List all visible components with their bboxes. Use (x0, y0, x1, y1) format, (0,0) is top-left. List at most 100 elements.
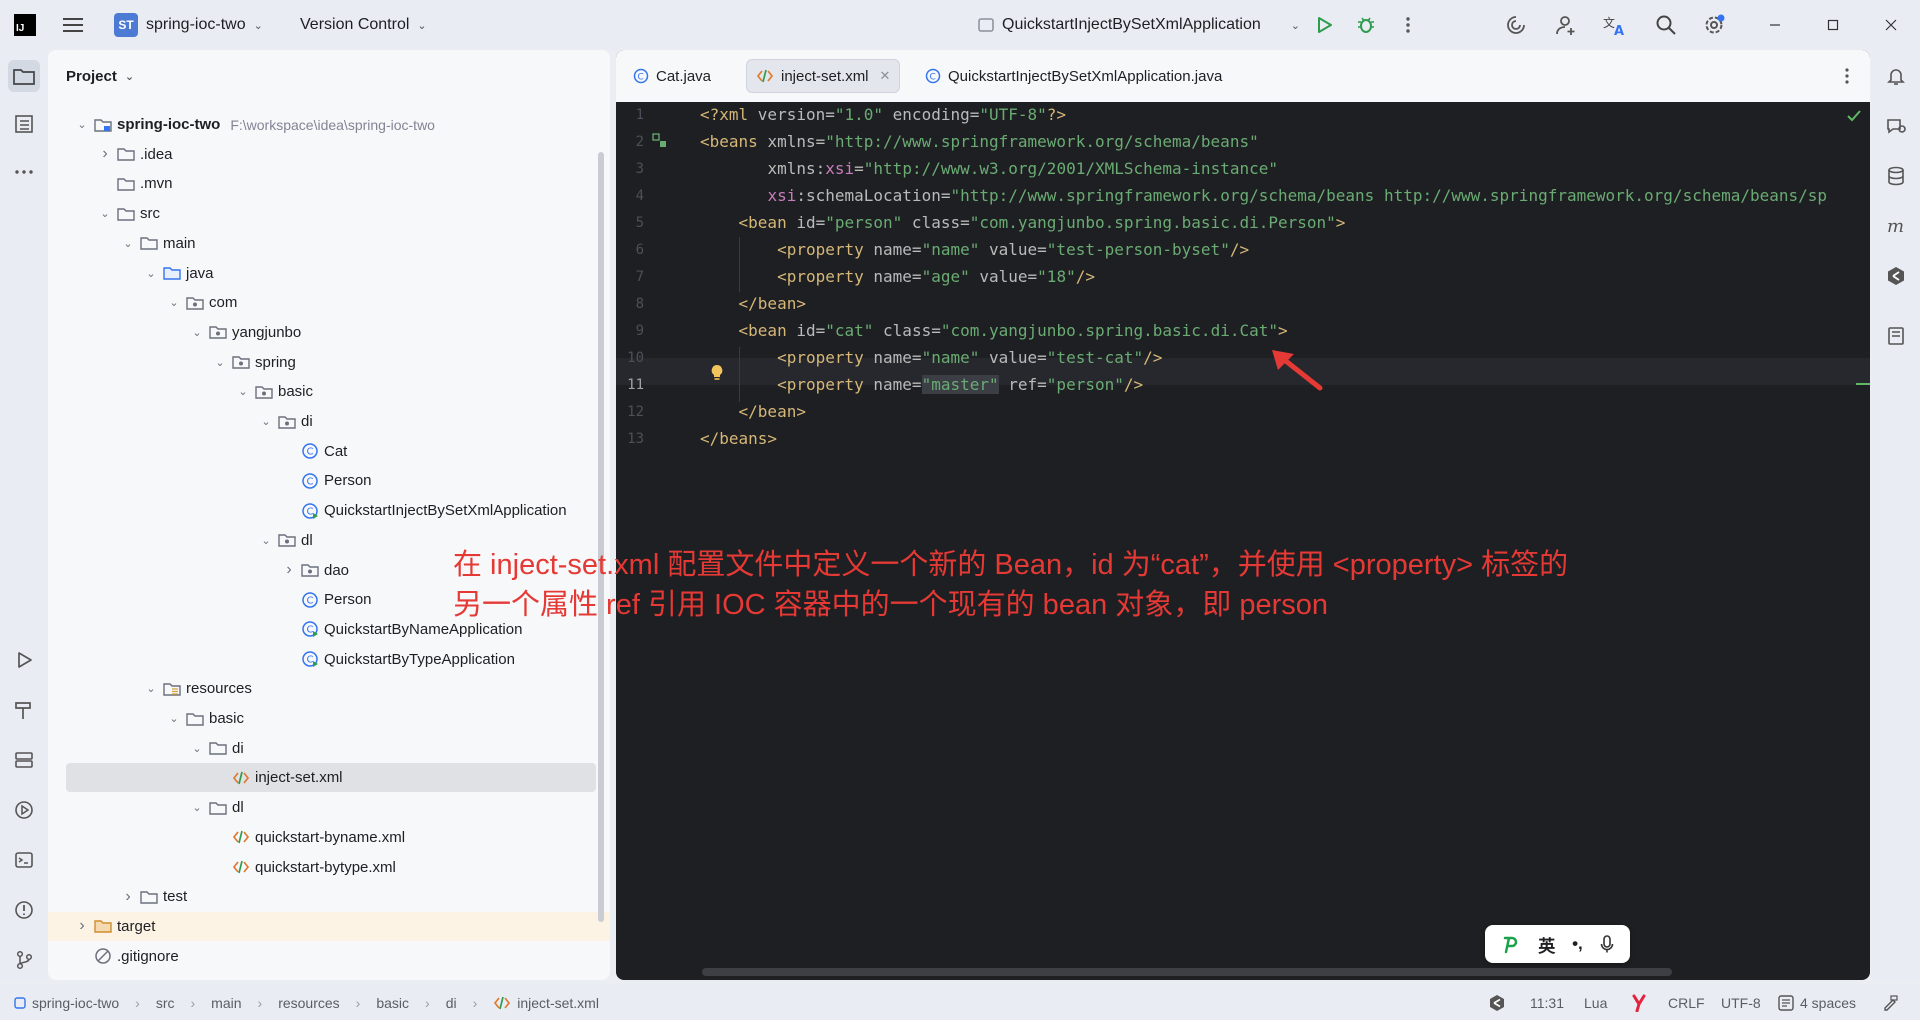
expand-open-icon[interactable]: ⌄ (189, 800, 205, 816)
run-tool-button[interactable] (8, 644, 40, 676)
tree-item[interactable]: ⌄ dl (66, 793, 596, 822)
line-ending-indicator[interactable]: CRLF (1668, 985, 1705, 1020)
breadcrumb-item[interactable]: resources (278, 995, 339, 1011)
tree-item[interactable]: ⌄ spring-ioc-two F:\workspace\idea\spring-… (66, 110, 596, 139)
database-button[interactable] (1880, 160, 1912, 192)
expand-open-icon[interactable]: ⌄ (120, 235, 136, 251)
ime-punctuation[interactable]: •, (1572, 934, 1583, 954)
close-window-button[interactable] (1879, 13, 1903, 37)
tree-item[interactable]: ⌄ di (66, 407, 596, 436)
main-menu-button[interactable] (62, 0, 84, 50)
bookmarks-button[interactable] (1880, 320, 1912, 352)
add-user-button[interactable] (1554, 13, 1578, 37)
problems-tool-button[interactable] (8, 894, 40, 926)
expand-closed-icon[interactable]: › (74, 917, 90, 934)
tree-item[interactable]: .mvn (66, 169, 596, 198)
tree-item[interactable]: ⌄ basic (66, 704, 596, 733)
expand-open-icon[interactable]: ⌄ (189, 324, 205, 340)
indent-indicator[interactable]: 4 spaces (1778, 985, 1856, 1020)
expand-closed-icon[interactable]: › (281, 561, 297, 578)
encoding-indicator[interactable]: UTF-8 (1721, 985, 1761, 1020)
breadcrumb-item[interactable]: di (446, 995, 457, 1011)
notifications-button[interactable] (1880, 60, 1912, 92)
plugin-status[interactable] (1488, 985, 1506, 1020)
tree-scrollbar[interactable] (598, 152, 604, 922)
breadcrumb-item[interactable]: inject-set.xml (517, 995, 599, 1011)
expand-open-icon[interactable]: ⌄ (235, 384, 251, 400)
bean-gutter-icon[interactable] (652, 133, 668, 149)
git-tool-button[interactable] (8, 944, 40, 976)
breadcrumb-item[interactable]: main (211, 995, 241, 1011)
run-button[interactable] (1312, 13, 1336, 37)
services-tool-button[interactable] (8, 744, 40, 776)
expand-open-icon[interactable]: ⌄ (74, 117, 90, 133)
expand-open-icon[interactable]: ⌄ (212, 354, 228, 370)
expand-open-icon[interactable]: ⌄ (258, 414, 274, 430)
more-actions-button[interactable] (1396, 13, 1420, 37)
tree-item[interactable]: ⌄ java (66, 259, 596, 288)
settings-button[interactable] (1702, 13, 1726, 37)
expand-open-icon[interactable]: ⌄ (258, 532, 274, 548)
tree-item[interactable]: ⌄ main (66, 229, 596, 258)
lock-status[interactable] (1882, 985, 1898, 1020)
breadcrumb-item[interactable]: src (156, 995, 175, 1011)
tree-item[interactable]: C Person (66, 466, 596, 495)
tree-item[interactable]: inject-set.xml (66, 763, 596, 793)
maven-button[interactable]: m (1880, 210, 1912, 242)
translate-button[interactable]: 文A (1603, 13, 1627, 37)
expand-open-icon[interactable]: ⌄ (189, 740, 205, 756)
tree-item[interactable]: C Cat (66, 437, 596, 466)
yaml-plugin-status[interactable] (1632, 985, 1646, 1020)
tree-item[interactable]: C QuickstartByTypeApplication (66, 645, 596, 674)
minimize-button[interactable] (1763, 13, 1787, 37)
tab-quickstart-application[interactable]: C QuickstartInjectBySetXmlApplication.ja… (916, 59, 1231, 93)
run-config-selector[interactable]: QuickstartInjectBySetXmlApplication ⌄ (978, 0, 1300, 50)
tree-item[interactable]: C QuickstartInjectBySetXmlApplication (66, 496, 596, 525)
tree-item[interactable]: quickstart-byname.xml (66, 823, 596, 852)
tree-item[interactable]: ⌄ resources (66, 674, 596, 703)
tree-item[interactable]: › target (48, 911, 610, 941)
expand-closed-icon[interactable]: › (97, 145, 113, 162)
debug-button[interactable] (1354, 13, 1378, 37)
tree-item[interactable]: .gitignore (66, 942, 596, 971)
project-panel-header[interactable]: Project ⌄ (66, 68, 134, 85)
more-tools-button[interactable] (8, 156, 40, 188)
tree-item[interactable]: ⌄ com (66, 288, 596, 317)
tab-inject-set-xml[interactable]: inject-set.xml ✕ (746, 59, 901, 93)
vcs-selector[interactable]: Version Control ⌄ (300, 0, 427, 50)
tree-item[interactable]: › test (66, 882, 596, 911)
tree-item[interactable]: ⌄ spring (66, 348, 596, 377)
project-selector[interactable]: ST spring-ioc-two ⌄ (114, 0, 263, 50)
search-button[interactable] (1654, 13, 1678, 37)
tree-item[interactable]: ⌄ di (66, 734, 596, 763)
close-tab-icon[interactable]: ✕ (880, 68, 891, 84)
tree-item[interactable]: ⌄ src (66, 199, 596, 228)
debug-tool-button[interactable] (8, 794, 40, 826)
tab-options-button[interactable] (1844, 67, 1850, 85)
tree-item[interactable]: ⌄ yangjunbo (66, 318, 596, 347)
breadcrumb-item[interactable]: basic (376, 995, 409, 1011)
horizontal-scrollbar[interactable] (702, 968, 1672, 976)
caret-position[interactable]: 11:31 (1530, 985, 1564, 1020)
project-tool-button[interactable] (8, 60, 40, 92)
expand-open-icon[interactable]: ⌄ (166, 295, 182, 311)
tree-item[interactable]: quickstart-bytype.xml (66, 853, 596, 882)
ai-assistant-button[interactable] (1504, 13, 1528, 37)
tree-item[interactable]: ⌄ basic (66, 377, 596, 406)
language-indicator[interactable]: Lua (1584, 985, 1607, 1020)
build-tool-button[interactable] (8, 694, 40, 726)
ime-toolbar[interactable]: 英 •, (1485, 925, 1630, 963)
maximize-button[interactable] (1821, 13, 1845, 37)
expand-open-icon[interactable]: ⌄ (143, 265, 159, 281)
tab-cat-java[interactable]: C Cat.java (624, 59, 720, 93)
terminal-tool-button[interactable] (8, 844, 40, 876)
breadcrumb-item[interactable]: spring-ioc-two (32, 995, 119, 1011)
app-logo[interactable]: IJ (14, 0, 36, 50)
expand-open-icon[interactable]: ⌄ (143, 681, 159, 697)
expand-open-icon[interactable]: ⌄ (97, 206, 113, 222)
tree-item[interactable]: › .idea (66, 140, 596, 169)
code-editor[interactable]: 1 2 3 4 5 6 7 8 9 10 11 12 13 <?xml version="1.0" en… (616, 102, 1870, 980)
ime-mode[interactable]: 英 (1538, 932, 1555, 957)
plugin-button[interactable] (1880, 260, 1912, 292)
ai-chat-button[interactable] (1880, 110, 1912, 142)
